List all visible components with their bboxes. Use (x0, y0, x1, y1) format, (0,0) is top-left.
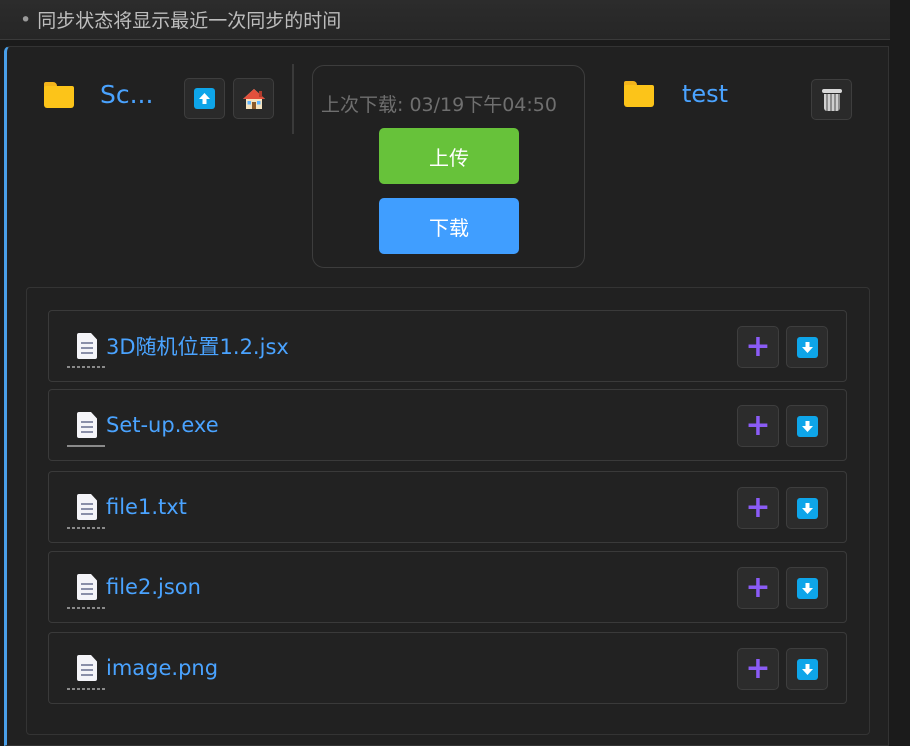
note-text: 同步状态将显示最近一次同步的时间 (37, 10, 342, 32)
download-file-button[interactable] (786, 567, 828, 609)
sync-status-note: • 同步状态将显示最近一次同步的时间 (0, 0, 890, 40)
file-row[interactable]: file2.json + (48, 551, 847, 623)
note-bullet: • (20, 8, 32, 31)
document-icon (67, 655, 105, 690)
down-arrow-icon (796, 497, 818, 519)
up-arrow-icon (194, 88, 215, 109)
go-up-button[interactable] (184, 78, 225, 119)
document-icon (67, 494, 105, 529)
file-name[interactable]: file2.json (106, 575, 201, 599)
file-name[interactable]: 3D随机位置1.2.jsx (106, 331, 289, 361)
download-file-button[interactable] (786, 487, 828, 529)
file-row[interactable]: 3D随机位置1.2.jsx + (48, 310, 847, 382)
folder-icon (624, 81, 654, 107)
remote-folder[interactable]: test (624, 80, 728, 108)
add-button[interactable]: + (737, 487, 779, 529)
document-icon (67, 412, 105, 447)
document-icon (67, 574, 105, 609)
add-button[interactable]: + (737, 405, 779, 447)
plus-icon: + (745, 570, 771, 605)
file-name[interactable]: Set-up.exe (106, 413, 219, 437)
toolbar-divider (292, 64, 294, 134)
file-row[interactable]: file1.txt + (48, 471, 847, 543)
delete-button[interactable] (811, 79, 852, 120)
down-arrow-icon (796, 415, 818, 437)
remote-folder-name[interactable]: test (682, 80, 728, 108)
local-folder[interactable]: Sc... (44, 80, 153, 109)
folder-icon (44, 81, 74, 108)
add-button[interactable]: + (737, 326, 779, 368)
down-arrow-icon (796, 336, 818, 358)
download-file-button[interactable] (786, 648, 828, 690)
home-button[interactable] (233, 78, 274, 119)
home-icon (242, 88, 265, 109)
download-button[interactable]: 下载 (379, 198, 519, 254)
file-row[interactable]: Set-up.exe + (48, 389, 847, 461)
download-file-button[interactable] (786, 405, 828, 447)
trash-icon (821, 88, 842, 111)
plus-icon: + (745, 329, 771, 364)
sync-controls: 上次下载: 03/19下午04:50 上传 下载 (312, 65, 585, 268)
plus-icon: + (745, 490, 771, 525)
download-file-button[interactable] (786, 326, 828, 368)
file-row[interactable]: image.png + (48, 632, 847, 704)
local-folder-name[interactable]: Sc... (100, 80, 153, 109)
file-name[interactable]: image.png (106, 656, 218, 680)
document-icon (67, 333, 105, 368)
plus-icon: + (745, 651, 771, 686)
file-name[interactable]: file1.txt (106, 495, 187, 519)
down-arrow-icon (796, 577, 818, 599)
plus-icon: + (745, 408, 771, 443)
add-button[interactable]: + (737, 567, 779, 609)
down-arrow-icon (796, 658, 818, 680)
upload-button[interactable]: 上传 (379, 128, 519, 184)
add-button[interactable]: + (737, 648, 779, 690)
last-download-time: 上次下载: 03/19下午04:50 (321, 94, 557, 116)
